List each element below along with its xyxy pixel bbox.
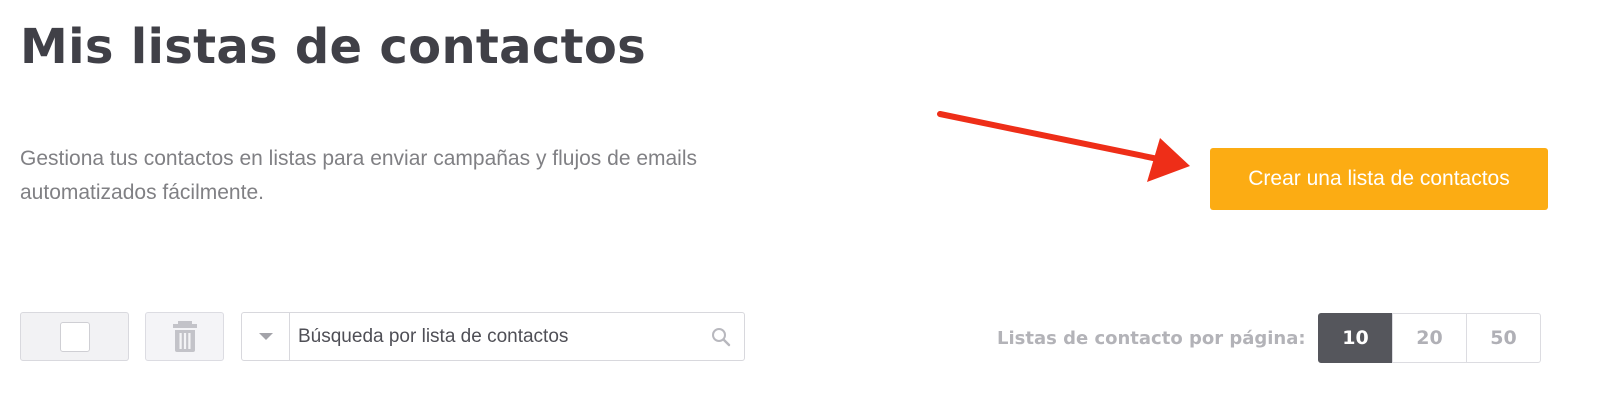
per-page-option-50[interactable]: 50 [1466,313,1541,363]
page-description: Gestiona tus contactos en listas para en… [20,147,698,204]
search-group [241,312,745,361]
per-page-option-20[interactable]: 20 [1392,313,1467,363]
filter-dropdown[interactable] [242,313,290,360]
search-icon[interactable] [698,313,744,360]
create-list-button[interactable]: Crear una lista de contactos [1210,148,1548,210]
trash-icon [172,320,197,352]
per-page-label: Listas de contacto por página: [997,328,1306,349]
caret-down-icon [258,332,273,340]
select-all-checkbox[interactable] [20,312,129,361]
page-title: Mis listas de contactos [20,19,647,75]
delete-button[interactable] [145,312,224,361]
per-page-option-10[interactable]: 10 [1318,313,1393,363]
checkbox-box[interactable] [59,321,90,352]
contact-lists-page: Mis listas de contactos Gestiona tus con… [0,0,1600,393]
per-page-selector: 10 20 50 [1318,313,1541,363]
search-input[interactable] [290,313,698,360]
annotation-arrow [937,111,1190,182]
arrow-shaft [937,111,1161,162]
